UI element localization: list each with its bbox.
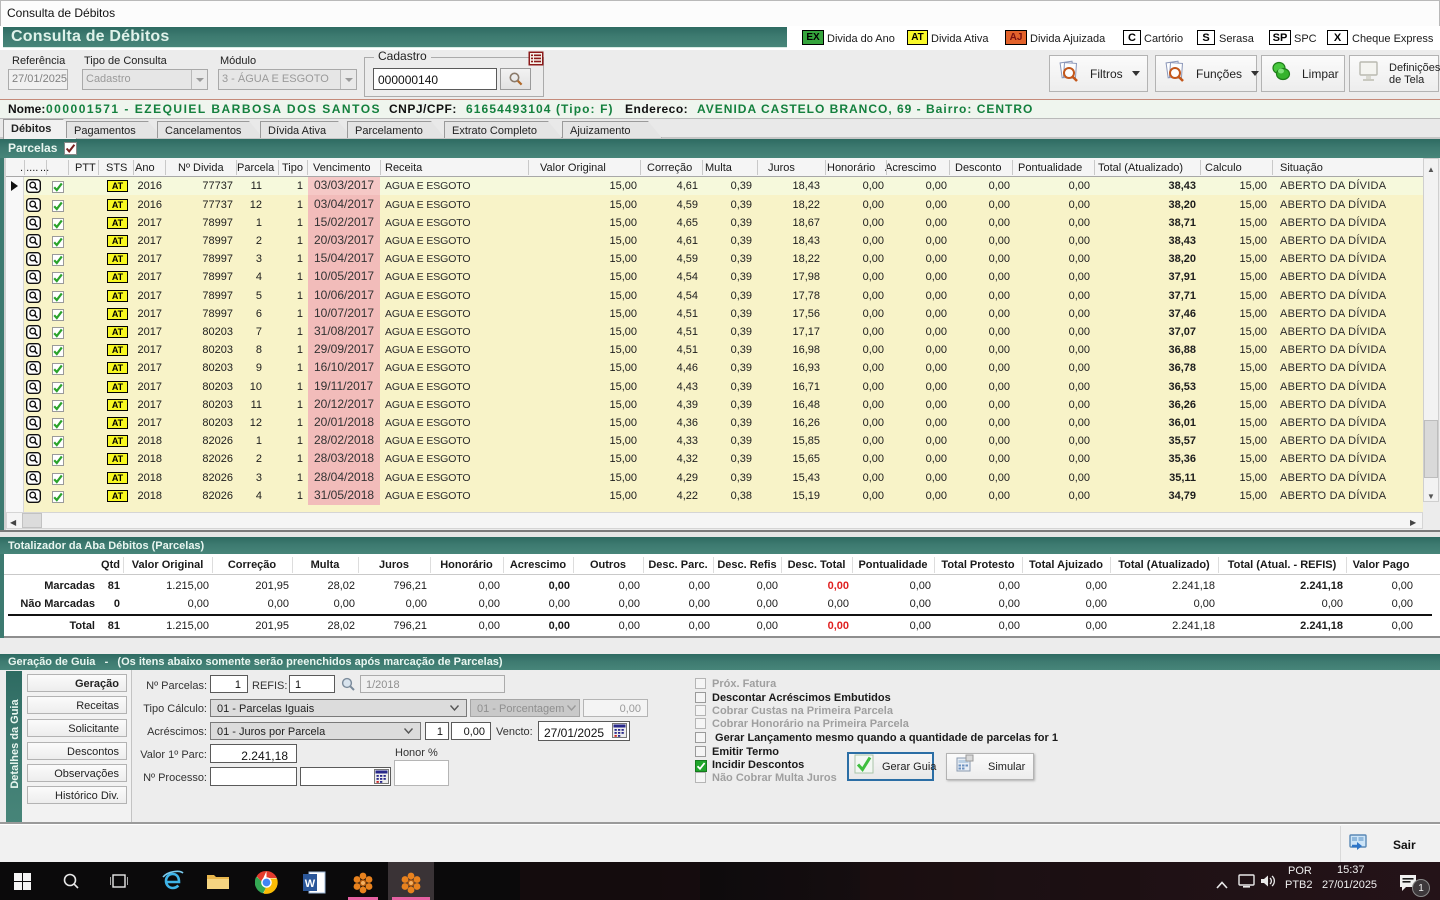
svg-text:W: W <box>305 878 316 890</box>
